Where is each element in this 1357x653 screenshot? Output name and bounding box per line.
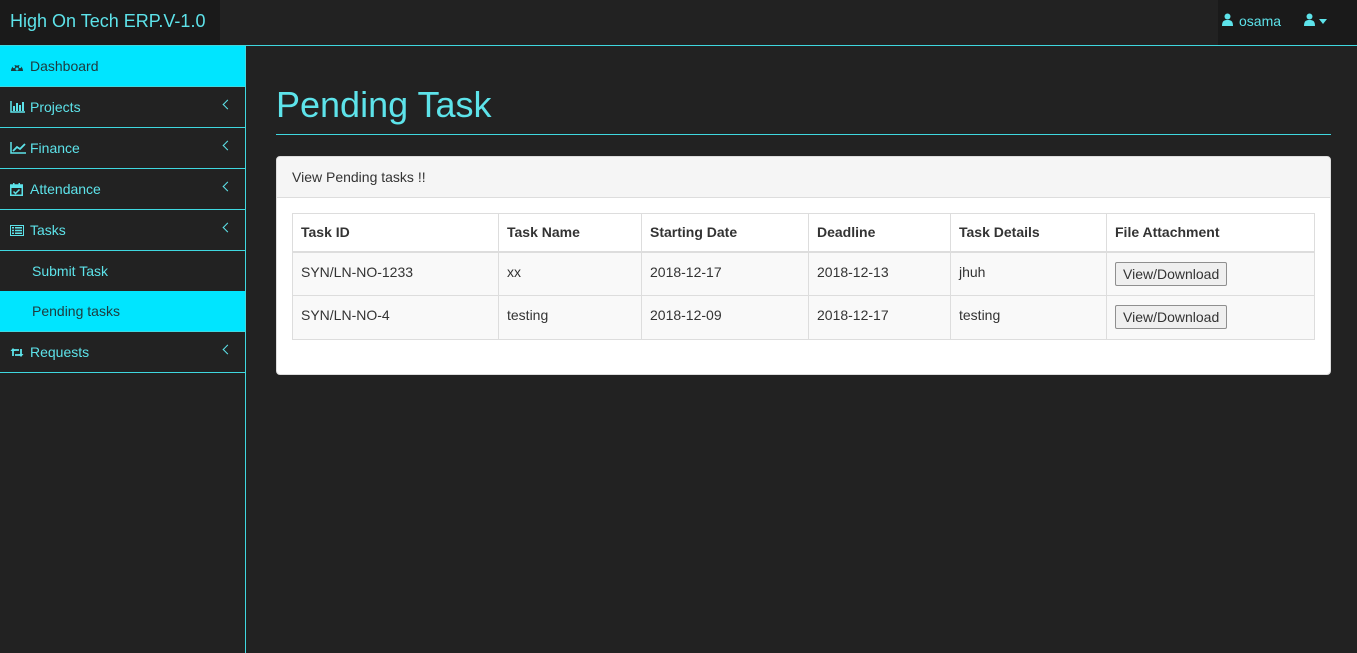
pending-tasks-panel: View Pending tasks !! Task ID Task Name …: [276, 156, 1331, 375]
start-date-cell: 2018-12-09: [641, 295, 809, 340]
sidebar-item-dashboard[interactable]: Dashboard: [0, 46, 245, 87]
pending-tasks-table: Task ID Task Name Starting Date Deadline…: [292, 213, 1315, 340]
file-attachment-cell: View/Download: [1106, 251, 1315, 296]
task-details-cell: jhuh: [950, 251, 1107, 296]
column-header: Deadline: [808, 213, 951, 253]
sidebar-subitem-label: Pending tasks: [32, 303, 120, 319]
task-id-cell: SYN/LN-NO-1233: [292, 251, 499, 296]
table-header-row: Task ID Task Name Starting Date Deadline…: [292, 213, 1315, 253]
user-icon: [1304, 13, 1315, 29]
sidebar-item-label: Projects: [30, 99, 81, 115]
tasks-icon: [10, 223, 26, 237]
brand-title[interactable]: High On Tech ERP.V-1.0: [0, 0, 220, 45]
title-divider: [276, 134, 1331, 135]
sidebar-item-label: Dashboard: [30, 58, 99, 74]
sidebar-subitem-label: Submit Task: [32, 263, 108, 279]
task-name-cell: xx: [498, 251, 642, 296]
calendar-check-icon: [10, 182, 26, 196]
sidebar-item-label: Tasks: [30, 222, 66, 238]
chevron-left-icon: [222, 140, 233, 151]
user-dropdown-toggle[interactable]: [1304, 13, 1327, 29]
view-download-button[interactable]: View/Download: [1115, 305, 1228, 329]
view-download-button[interactable]: View/Download: [1115, 261, 1228, 286]
sidebar-item-label: Attendance: [30, 181, 101, 197]
deadline-cell: 2018-12-13: [808, 251, 951, 296]
chevron-left-icon: [222, 181, 233, 192]
column-header: File Attachment: [1106, 213, 1315, 253]
sidebar-subitem-submit-task[interactable]: Submit Task: [0, 251, 245, 291]
file-attachment-cell: View/Download: [1106, 295, 1315, 340]
top-navbar: High On Tech ERP.V-1.0 osama: [0, 0, 1357, 46]
page-title: Pending Task: [276, 84, 492, 125]
sidebar-subitem-pending-tasks[interactable]: Pending tasks: [0, 291, 245, 332]
sidebar-item-tasks[interactable]: Tasks: [0, 210, 245, 251]
bar-chart-icon: [10, 100, 26, 114]
retweet-icon: [10, 345, 26, 359]
chevron-left-icon: [222, 344, 233, 355]
task-details-cell: testing: [950, 295, 1107, 340]
chevron-left-icon: [222, 99, 233, 110]
panel-heading: View Pending tasks !!: [277, 157, 1330, 198]
chevron-left-icon: [222, 222, 233, 233]
column-header: Starting Date: [641, 213, 809, 253]
sidebar-item-requests[interactable]: Requests: [0, 332, 245, 373]
sidebar-item-label: Finance: [30, 140, 80, 156]
sidebar: Dashboard Projects Finance Attendance Ta…: [0, 46, 246, 653]
user-icon: [1222, 13, 1233, 29]
column-header: Task ID: [292, 213, 499, 253]
column-header: Task Name: [498, 213, 642, 253]
sidebar-item-attendance[interactable]: Attendance: [0, 169, 245, 210]
user-name-link[interactable]: osama: [1222, 13, 1281, 29]
user-name: osama: [1239, 13, 1282, 29]
dashboard-icon: [10, 59, 26, 73]
caret-down-icon: [1319, 19, 1327, 24]
task-id-cell: SYN/LN-NO-4: [292, 295, 499, 340]
sidebar-item-label: Requests: [30, 344, 90, 360]
column-header: Task Details: [950, 213, 1107, 253]
sidebar-item-projects[interactable]: Projects: [0, 87, 245, 128]
table-row: SYN/LN-NO-1233 xx 2018-12-17 2018-12-13 …: [292, 251, 1315, 296]
start-date-cell: 2018-12-17: [641, 251, 809, 296]
task-name-cell: testing: [498, 295, 642, 340]
sidebar-item-finance[interactable]: Finance: [0, 128, 245, 169]
line-chart-icon: [10, 141, 26, 155]
table-row: SYN/LN-NO-4 testing 2018-12-09 2018-12-1…: [292, 295, 1315, 340]
deadline-cell: 2018-12-17: [808, 295, 951, 340]
